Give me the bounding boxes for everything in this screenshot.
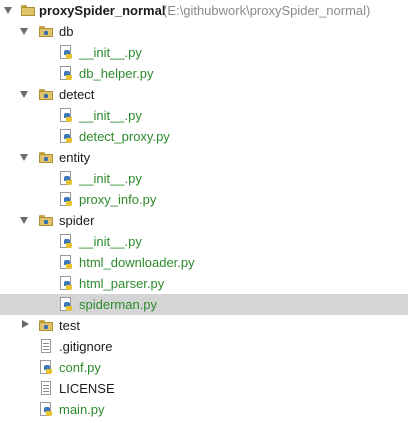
tree-row-project-root[interactable]: proxySpider_normal (E:\githubwork\proxyS… [0,0,408,21]
file-label: .gitignore [59,339,113,354]
expand-arrow-icon[interactable] [20,28,28,35]
file-label: __init__.py [79,234,142,249]
package-folder-icon [39,320,53,331]
text-file-icon [41,339,52,354]
folder-label: db [59,24,74,39]
tree-row-file[interactable]: __init__.py [0,231,408,252]
tree-row-file[interactable]: main.py [0,399,408,420]
file-label: main.py [59,402,105,417]
package-folder-icon [39,152,53,163]
tree-row-folder-detect[interactable]: detect [0,84,408,105]
tree-row-file[interactable]: .gitignore [0,336,408,357]
python-file-icon [60,66,73,81]
file-label: conf.py [59,360,101,375]
python-file-icon [60,129,73,144]
text-file-icon [41,381,52,396]
expand-arrow-icon[interactable] [20,91,28,98]
collapse-arrow-icon[interactable] [22,320,29,328]
python-file-icon [40,360,53,375]
tree-row-file[interactable]: db_helper.py [0,63,408,84]
file-label: proxy_info.py [79,192,157,207]
tree-row-folder-test[interactable]: test [0,315,408,336]
file-label: html_downloader.py [79,255,195,270]
project-folder-icon [21,5,35,16]
file-label: __init__.py [79,45,142,60]
python-file-icon [60,171,73,186]
tree-row-file[interactable]: __init__.py [0,105,408,126]
file-label: __init__.py [79,171,142,186]
file-label: LICENSE [59,381,115,396]
project-path: (E:\githubwork\proxySpider_normal) [163,3,371,18]
tree-row-folder-db[interactable]: db [0,21,408,42]
folder-label: test [59,318,80,333]
package-folder-icon [39,89,53,100]
file-label: spiderman.py [79,297,158,312]
python-file-icon [60,108,73,123]
folder-label: spider [59,213,95,228]
python-file-icon [60,192,73,207]
file-label: __init__.py [79,108,142,123]
file-label: detect_proxy.py [79,129,170,144]
package-folder-icon [39,215,53,226]
python-file-icon [60,234,73,249]
expand-arrow-icon[interactable] [4,7,12,14]
folder-label: entity [59,150,91,165]
python-file-icon [60,276,73,291]
tree-row-file[interactable]: __init__.py [0,42,408,63]
python-file-icon [60,297,73,312]
tree-row-folder-spider[interactable]: spider [0,210,408,231]
folder-label: detect [59,87,95,102]
project-tree: proxySpider_normal (E:\githubwork\proxyS… [0,0,408,420]
tree-row-file[interactable]: html_parser.py [0,273,408,294]
tree-row-folder-entity[interactable]: entity [0,147,408,168]
tree-row-file[interactable]: __init__.py [0,168,408,189]
tree-row-file-selected[interactable]: spiderman.py [0,294,408,315]
tree-row-file[interactable]: proxy_info.py [0,189,408,210]
tree-row-file[interactable]: conf.py [0,357,408,378]
python-file-icon [60,255,73,270]
tree-row-file[interactable]: detect_proxy.py [0,126,408,147]
python-file-icon [60,45,73,60]
expand-arrow-icon[interactable] [20,154,28,161]
tree-row-file[interactable]: LICENSE [0,378,408,399]
file-label: db_helper.py [79,66,154,81]
tree-row-file[interactable]: html_downloader.py [0,252,408,273]
package-folder-icon [39,26,53,37]
file-label: html_parser.py [79,276,165,291]
expand-arrow-icon[interactable] [20,217,28,224]
python-file-icon [40,402,53,417]
project-name: proxySpider_normal [39,3,166,18]
